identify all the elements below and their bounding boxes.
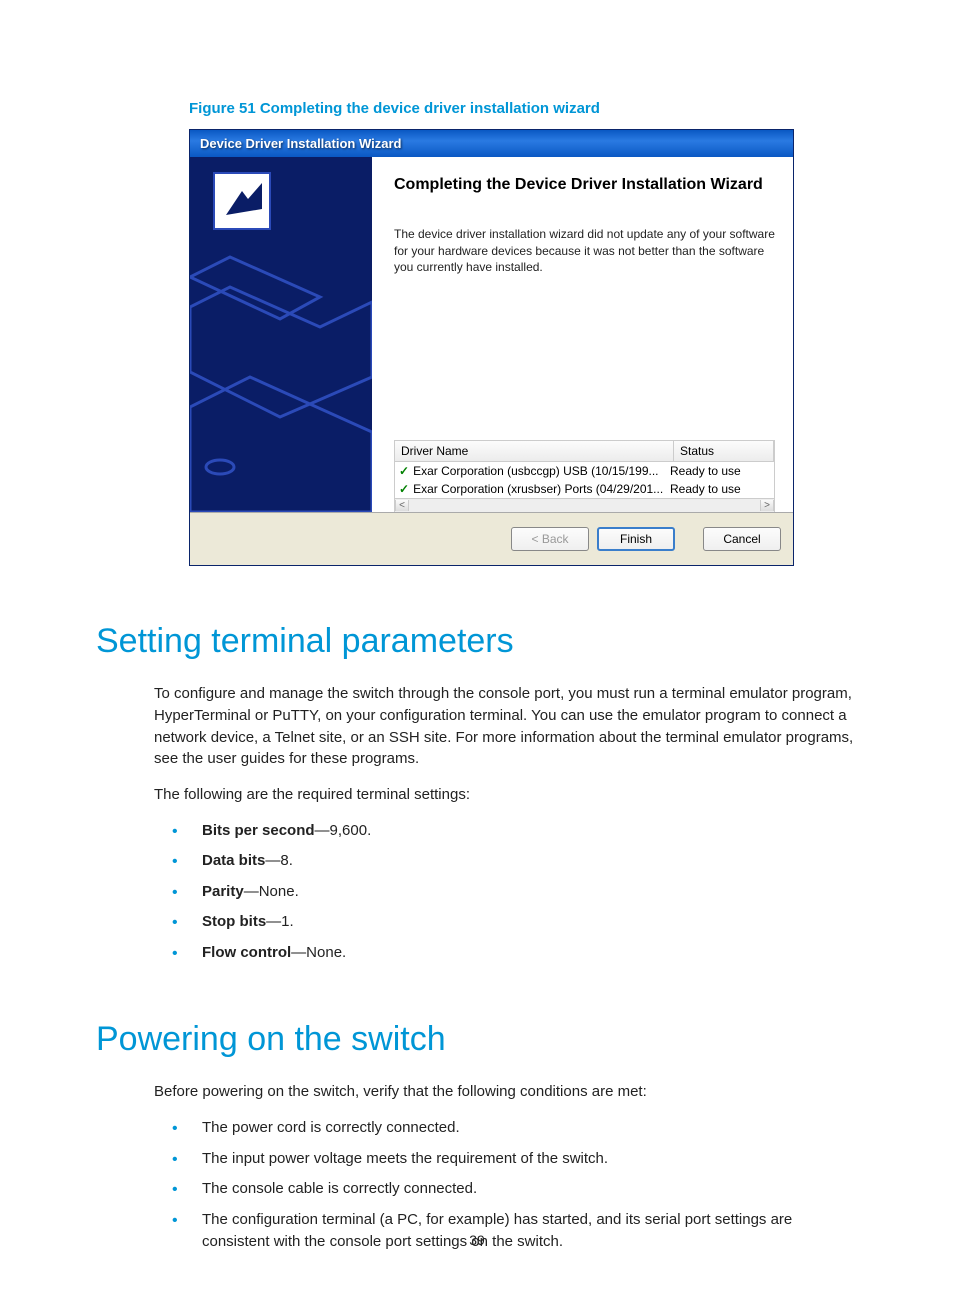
scroll-right-icon[interactable]: > (760, 500, 774, 511)
wizard-titlebar: Device Driver Installation Wizard (190, 130, 793, 157)
col-header-name: Driver Name (395, 441, 674, 461)
finish-button[interactable]: Finish (597, 527, 675, 551)
list-item: Stop bits—1. (172, 911, 858, 934)
page-number: 39 (0, 1232, 954, 1248)
back-button: < Back (511, 527, 589, 551)
section-heading-powering: Powering on the switch (96, 1020, 858, 1059)
paragraph: To configure and manage the switch throu… (154, 683, 858, 770)
list-item: Bits per second—9,600. (172, 820, 858, 843)
section-heading-terminal: Setting terminal parameters (96, 622, 858, 661)
driver-table: Driver Name Status ✓ Exar Corporation (u… (394, 440, 775, 512)
paragraph: The following are the required terminal … (154, 784, 858, 806)
wizard-content: Completing the Device Driver Installatio… (372, 157, 793, 512)
horizontal-scrollbar[interactable]: < > (395, 498, 774, 512)
driver-status-cell: Ready to use (670, 464, 770, 478)
wizard-footer: < Back Finish Cancel (190, 512, 793, 565)
list-item: The console cable is correctly connected… (172, 1178, 858, 1201)
wizard-body-text: The device driver installation wizard di… (394, 226, 775, 276)
scroll-left-icon[interactable]: < (395, 500, 409, 511)
driver-table-header: Driver Name Status (395, 441, 774, 462)
list-item: Data bits—8. (172, 850, 858, 873)
table-row: ✓ Exar Corporation (xrusbser) Ports (04/… (395, 480, 774, 498)
table-row: ✓ Exar Corporation (usbccgp) USB (10/15/… (395, 462, 774, 480)
list-item: Flow control—None. (172, 942, 858, 965)
driver-status-cell: Ready to use (670, 482, 770, 496)
wizard-window: Device Driver Installation Wizard Comple… (189, 129, 794, 566)
driver-name-cell: Exar Corporation (usbccgp) USB (10/15/19… (413, 464, 670, 478)
wizard-body: Completing the Device Driver Installatio… (190, 157, 793, 512)
check-icon: ✓ (399, 482, 409, 496)
list-item: Parity—None. (172, 881, 858, 904)
list-item: The input power voltage meets the requir… (172, 1148, 858, 1171)
driver-name-cell: Exar Corporation (xrusbser) Ports (04/29… (413, 482, 670, 496)
wizard-sidebar (190, 157, 372, 512)
wizard-heading: Completing the Device Driver Installatio… (394, 175, 775, 196)
paragraph: Before powering on the switch, verify th… (154, 1081, 858, 1103)
terminal-settings-list: Bits per second—9,600. Data bits—8. Pari… (172, 820, 858, 965)
list-item: The power cord is correctly connected. (172, 1117, 858, 1140)
figure-caption: Figure 51 Completing the device driver i… (189, 100, 858, 117)
check-icon: ✓ (399, 464, 409, 478)
cancel-button[interactable]: Cancel (703, 527, 781, 551)
col-header-status: Status (674, 441, 774, 461)
installer-art-icon (190, 157, 372, 512)
